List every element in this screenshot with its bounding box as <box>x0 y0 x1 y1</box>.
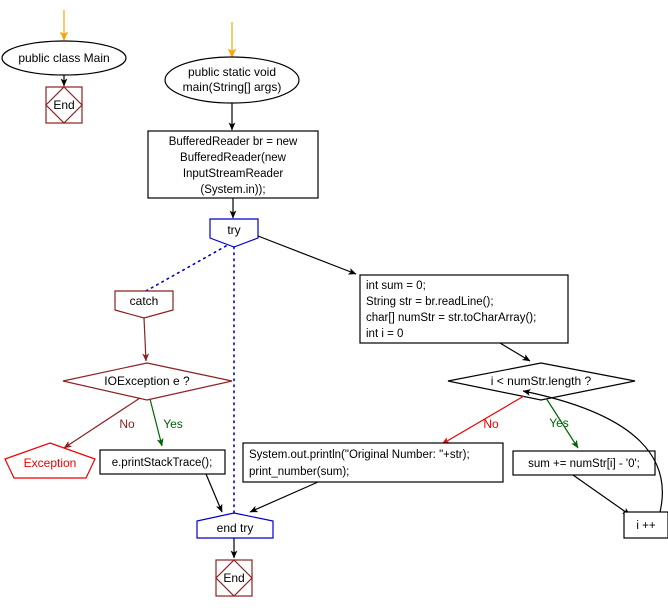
node-init-block-line-1: String str = br.readLine(); <box>366 296 494 308</box>
node-print-result-line-0: System.out.println("Original Number: "+s… <box>249 449 470 461</box>
node-init-block-line-0: int sum = 0; <box>366 280 426 292</box>
node-buffered-reader-line-2: InputStreamReader <box>183 168 284 180</box>
edge-label-io-no: No <box>119 417 135 431</box>
edge-try-to-init-block <box>257 235 357 275</box>
node-buffered-reader-line-3: (System.in)); <box>200 184 265 196</box>
edge-print-result-to-end-try <box>249 481 319 513</box>
edge-catch-to-io-decision <box>142 317 150 362</box>
edge-try-to-catch <box>145 245 227 292</box>
node-init-block-line-3: int i = 0 <box>366 328 403 340</box>
edge-init-to-loop-decision <box>499 342 531 362</box>
node-increment-label: i ++ <box>636 520 655 532</box>
edge-label-loop-no: No <box>483 417 499 431</box>
node-print-stack-trace-label: e.printStackTrace(); <box>112 457 213 469</box>
flowchart-svg: public class Main End public static void… <box>1 10 668 597</box>
edge-label-loop-yes: Yes <box>549 416 569 430</box>
node-io-exception-decision-label: IOException e ? <box>104 374 190 388</box>
node-try-label: try <box>227 223 240 237</box>
node-loop-decision-label: i < numStr.length ? <box>491 374 592 388</box>
node-exception-label: Exception <box>24 456 77 470</box>
node-end-left-label: End <box>53 98 74 112</box>
node-catch-label: catch <box>130 294 159 308</box>
edge-label-io-yes: Yes <box>163 417 183 431</box>
node-print-result-line-1: print_number(sum); <box>249 466 349 478</box>
node-end-try-label: end try <box>217 521 254 535</box>
edge-io-yes-to-printstacktrace <box>149 398 164 447</box>
node-public-class-main-label: public class Main <box>18 51 109 65</box>
node-buffered-reader-line-1: BufferedReader(new <box>180 152 287 164</box>
node-main-method-label-line2: main(String[] args) <box>183 80 282 94</box>
node-end-bottom-label: End <box>223 571 244 585</box>
node-main-method-label-line1: public static void <box>188 65 276 79</box>
edge-printstacktrace-to-end-try <box>205 473 223 513</box>
flowchart-canvas: public class Main End public static void… <box>0 0 668 612</box>
node-sum-accumulate-label: sum += numStr[i] - '0'; <box>528 458 640 470</box>
node-init-block-line-2: char[] numStr = str.toCharArray(); <box>366 312 536 324</box>
edge-sum-to-increment <box>572 474 631 516</box>
node-buffered-reader-line-0: BufferedReader br = new <box>169 136 298 148</box>
